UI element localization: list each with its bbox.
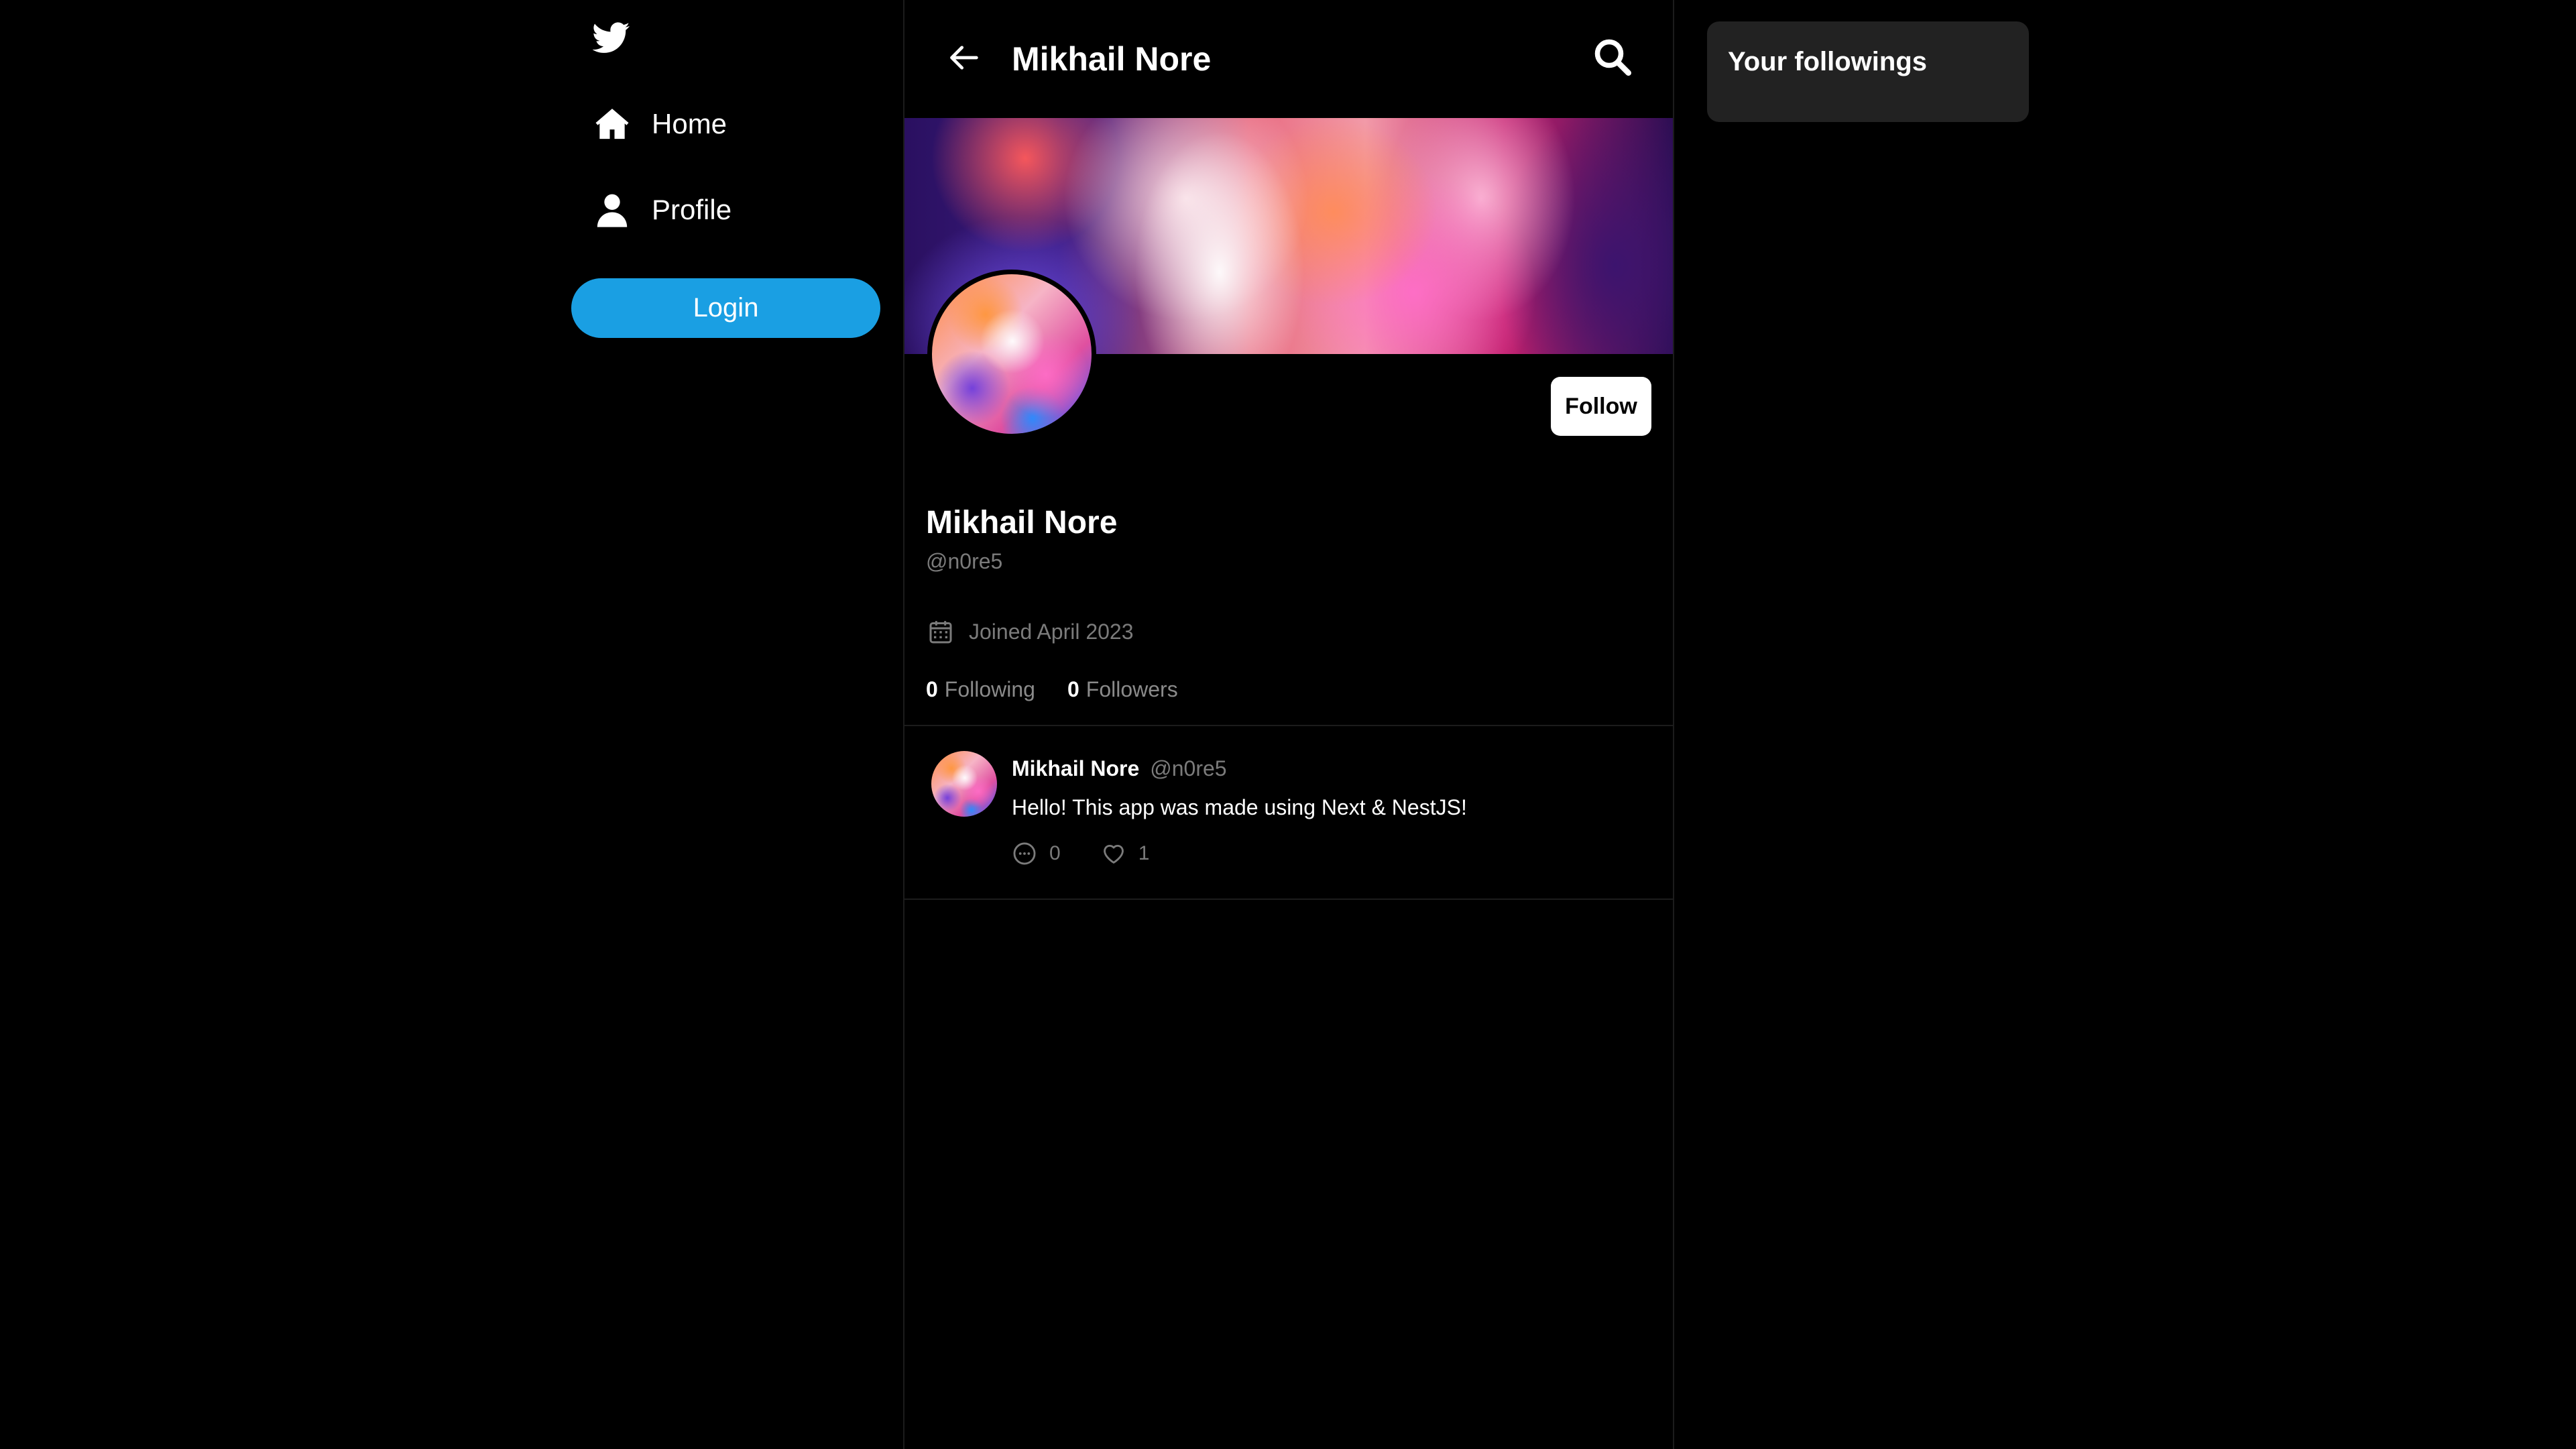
login-button[interactable]: Login [571,278,880,338]
divider [904,899,1673,900]
profile-handle: @n0re5 [926,549,1003,573]
following-count-link[interactable]: 0 Following [926,676,1035,703]
nav-item-profile[interactable]: Profile [593,183,731,237]
arrow-left-icon [947,40,982,78]
tweet-header: Mikhail Nore @n0re5 [1012,755,1227,782]
tweet-avatar[interactable] [931,751,997,817]
page-title: Mikhail Nore [1012,40,1212,78]
followings-title: Your followings [1728,47,1928,76]
profile-avatar [927,270,1096,439]
search-icon [1592,37,1633,80]
follow-button[interactable]: Follow [1551,377,1651,436]
comment-button[interactable]: 0 [1012,841,1061,866]
heart-icon [1101,841,1126,866]
joined-date: Joined April 2023 [927,618,1134,645]
followers-count: 0 [1067,677,1079,701]
following-count: 0 [926,677,938,701]
profile-name: Mikhail Nore [926,505,1118,540]
following-label: Following [944,677,1035,701]
like-count: 1 [1138,842,1150,864]
comment-icon [1012,841,1037,866]
user-icon [593,190,632,229]
nav-label-home: Home [652,108,727,139]
followers-label: Followers [1086,677,1178,701]
search-button[interactable] [1591,37,1634,80]
joined-text: Joined April 2023 [969,619,1134,644]
tweet-author[interactable]: Mikhail Nore [1012,755,1139,782]
followers-count-link[interactable]: 0 Followers [1067,676,1178,703]
back-button[interactable] [945,39,985,79]
follow-stats: 0 Following 0 Followers [926,676,1178,703]
sidebar: Home Profile Login [571,0,903,1449]
tweet-handle: @n0re5 [1150,756,1227,780]
comment-count: 0 [1049,842,1061,864]
twitter-bird-icon[interactable] [592,19,630,56]
nav-item-home[interactable]: Home [593,97,727,151]
followings-panel: Your followings [1707,21,2029,122]
tweet-item[interactable]: Mikhail Nore @n0re5 Hello! This app was … [904,726,1673,899]
like-button[interactable]: 1 [1101,841,1150,866]
profile-header-bar: Mikhail Nore [904,0,1673,118]
nav-label-profile: Profile [652,194,732,225]
calendar-icon [927,618,954,645]
tweet-actions: 0 1 [1012,841,1149,866]
home-icon [593,105,632,143]
tweet-text: Hello! This app was made using Next & Ne… [1012,795,1467,819]
profile-column: Mikhail Nore Follow Mikhail Nore @n0re5 [903,0,1674,1449]
